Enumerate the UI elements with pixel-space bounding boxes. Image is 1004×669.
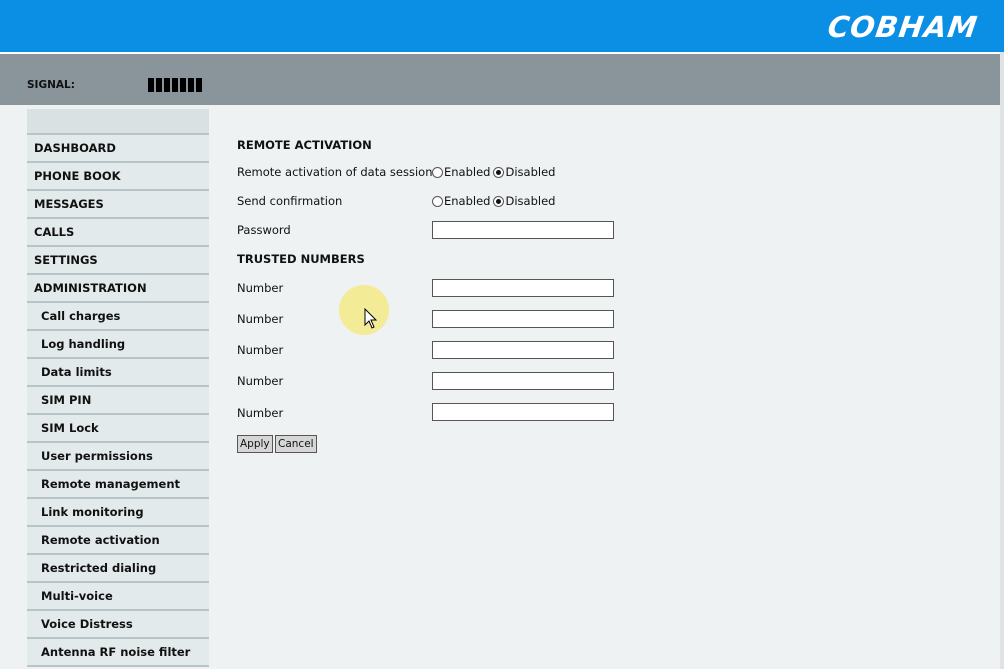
cancel-button[interactable]: Cancel bbox=[275, 435, 317, 453]
send-confirmation-disabled-label: Disabled bbox=[505, 194, 556, 208]
number-label-1: Number bbox=[237, 281, 284, 295]
sidebar-nav: DASHBOARD PHONE BOOK MESSAGES CALLS SETT… bbox=[27, 109, 209, 667]
number-label-5: Number bbox=[237, 406, 284, 420]
signal-strength-indicator bbox=[148, 78, 202, 92]
top-header: COBHAM bbox=[0, 0, 1004, 52]
signal-block bbox=[196, 78, 202, 92]
number-label-2: Number bbox=[237, 312, 284, 326]
password-label: Password bbox=[237, 223, 291, 237]
sidebar-item-messages[interactable]: MESSAGES bbox=[27, 191, 209, 219]
sidebar-item-antenna-rf-noise-filter[interactable]: Antenna RF noise filter bbox=[27, 639, 209, 667]
signal-block bbox=[156, 78, 162, 92]
send-confirmation-options: Enabled Disabled bbox=[432, 194, 555, 208]
apply-button[interactable]: Apply bbox=[237, 435, 273, 453]
sidebar-item-restricted-dialing[interactable]: Restricted dialing bbox=[27, 555, 209, 583]
send-confirmation-disabled-radio[interactable] bbox=[493, 195, 505, 207]
sidebar-item-settings[interactable]: SETTINGS bbox=[27, 247, 209, 275]
sidebar-item-data-limits[interactable]: Data limits bbox=[27, 359, 209, 387]
signal-block bbox=[164, 78, 170, 92]
number-field-1[interactable] bbox=[432, 279, 614, 297]
number-field-3[interactable] bbox=[432, 341, 614, 359]
signal-block bbox=[172, 78, 178, 92]
number-label-4: Number bbox=[237, 374, 284, 388]
window-edge bbox=[1000, 52, 1004, 669]
sidebar-item-administration[interactable]: ADMINISTRATION bbox=[27, 275, 209, 303]
sidebar-item-phone-book[interactable]: PHONE BOOK bbox=[27, 163, 209, 191]
remote-activation-label: Remote activation of data sessions bbox=[237, 165, 439, 179]
remote-activation-disabled-radio[interactable] bbox=[493, 166, 505, 178]
remote-activation-options: Enabled Disabled bbox=[432, 165, 555, 179]
remote-activation-heading: REMOTE ACTIVATION bbox=[237, 138, 372, 152]
number-field-2[interactable] bbox=[432, 310, 614, 328]
number-label-3: Number bbox=[237, 343, 284, 357]
sidebar-item-call-charges[interactable]: Call charges bbox=[27, 303, 209, 331]
sidebar-spacer bbox=[27, 109, 209, 135]
password-field[interactable] bbox=[432, 221, 614, 239]
send-confirmation-label: Send confirmation bbox=[237, 194, 343, 208]
signal-block bbox=[180, 78, 186, 92]
sidebar-item-sim-lock[interactable]: SIM Lock bbox=[27, 415, 209, 443]
main-content: DASHBOARD PHONE BOOK MESSAGES CALLS SETT… bbox=[0, 105, 1000, 669]
number-field-5[interactable] bbox=[432, 403, 614, 421]
sidebar-item-user-permissions[interactable]: User permissions bbox=[27, 443, 209, 471]
remote-activation-disabled-label: Disabled bbox=[505, 165, 556, 179]
remote-activation-enabled-radio[interactable] bbox=[432, 166, 443, 178]
trusted-numbers-heading: TRUSTED NUMBERS bbox=[237, 252, 365, 266]
number-field-4[interactable] bbox=[432, 372, 614, 390]
mouse-pointer-icon bbox=[364, 308, 378, 329]
signal-label: SIGNAL: bbox=[27, 79, 75, 91]
remote-activation-enabled-label: Enabled bbox=[444, 165, 491, 179]
send-confirmation-enabled-radio[interactable] bbox=[432, 195, 443, 207]
sidebar-item-dashboard[interactable]: DASHBOARD bbox=[27, 135, 209, 163]
signal-block bbox=[148, 78, 154, 92]
signal-bar: SIGNAL: bbox=[0, 54, 1000, 105]
sidebar-item-remote-activation[interactable]: Remote activation bbox=[27, 527, 209, 555]
sidebar-item-remote-management[interactable]: Remote management bbox=[27, 471, 209, 499]
sidebar-item-voice-distress[interactable]: Voice Distress bbox=[27, 611, 209, 639]
send-confirmation-enabled-label: Enabled bbox=[444, 194, 491, 208]
sidebar-item-log-handling[interactable]: Log handling bbox=[27, 331, 209, 359]
sidebar-item-multi-voice[interactable]: Multi-voice bbox=[27, 583, 209, 611]
sidebar-item-sim-pin[interactable]: SIM PIN bbox=[27, 387, 209, 415]
cobham-logo: COBHAM bbox=[825, 10, 981, 44]
sidebar-item-calls[interactable]: CALLS bbox=[27, 219, 209, 247]
sidebar-item-link-monitoring[interactable]: Link monitoring bbox=[27, 499, 209, 527]
signal-block bbox=[188, 78, 194, 92]
